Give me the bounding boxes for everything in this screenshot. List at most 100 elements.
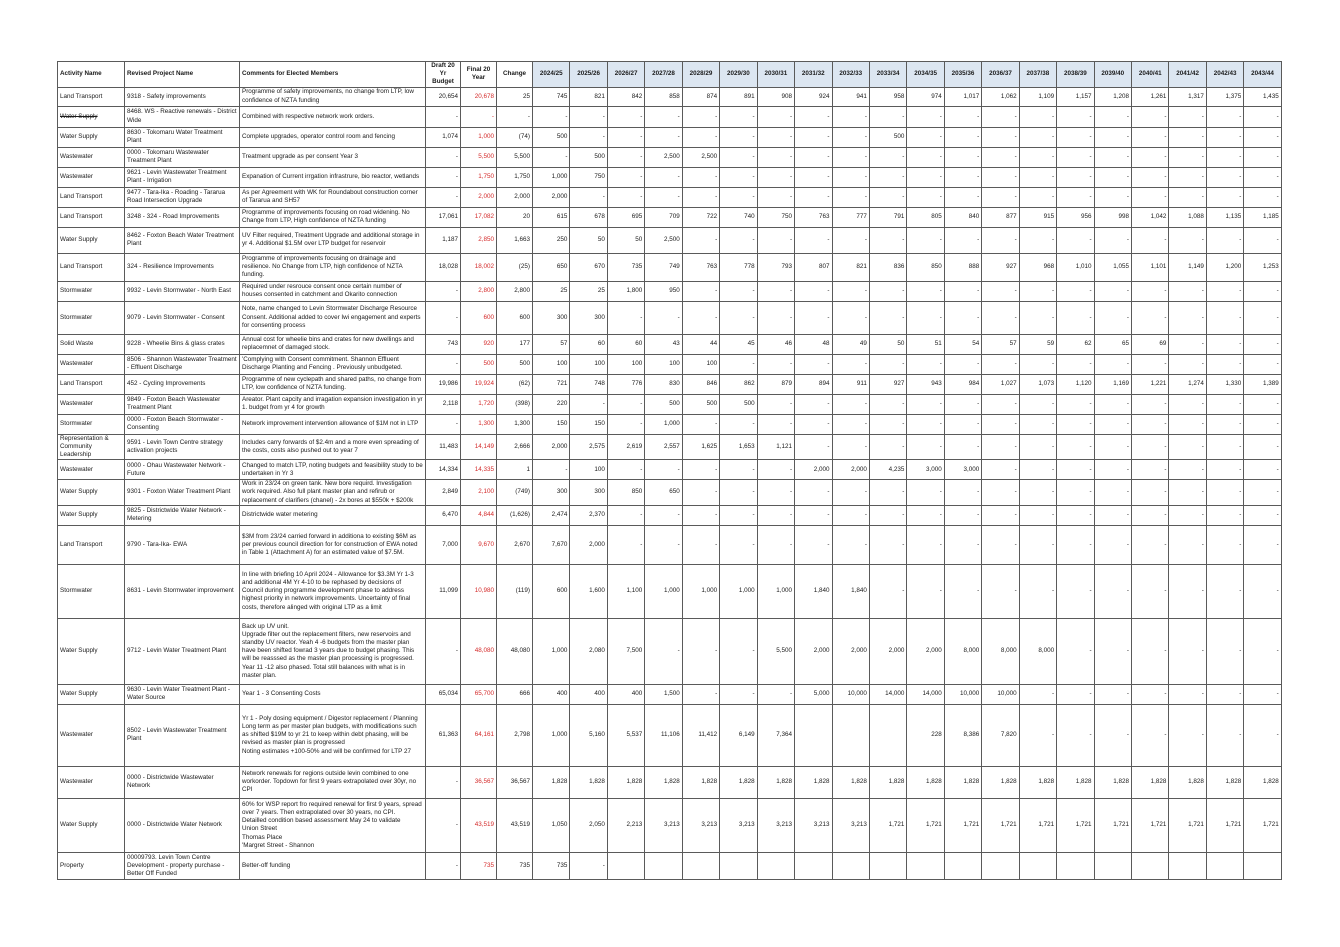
project-cell: 9932 - Levin Stormwater - North East: [124, 280, 240, 302]
comment-cell: Programme of new cyclepath and shared pa…: [239, 373, 426, 395]
year-value-cell: -: [794, 105, 833, 128]
year-value-cell: -: [868, 504, 908, 526]
year-value-cell: 49: [831, 333, 870, 355]
year-value-cell: [1093, 851, 1133, 880]
year-value-cell: -: [868, 226, 908, 254]
header-year: 2037/38: [1018, 61, 1058, 88]
year-value-cell: 2,619: [606, 433, 646, 461]
year-value-cell: -: [1056, 105, 1095, 128]
comment-cell: Complete upgrades, operator control room…: [239, 126, 426, 148]
year-value-cell: 877: [981, 206, 1020, 228]
year-value-cell: 57: [981, 333, 1020, 355]
year-value-cell: 1,828: [981, 765, 1020, 799]
year-value-cell: -: [868, 563, 908, 619]
year-value-cell: [868, 851, 908, 880]
year-value-cell: -: [1205, 504, 1245, 526]
draft-budget-cell: -: [425, 280, 461, 302]
table-row: Wastewater 0000 - Ohau Wastewater Network…: [57, 459, 1282, 481]
header-year: 2036/37: [981, 61, 1020, 88]
year-value-cell: -: [981, 300, 1020, 335]
year-value-cell: -: [531, 105, 571, 128]
year-value-cell: -: [1093, 186, 1133, 208]
year-value-cell: 1,375: [1205, 86, 1245, 107]
year-value-cell: -: [943, 105, 983, 128]
draft-budget-cell: 743: [425, 333, 461, 355]
year-value-cell: -: [794, 479, 833, 506]
header-comments: Comments for Elected Members: [239, 61, 426, 88]
year-value-cell: -: [756, 683, 796, 705]
year-value-cell: 735: [606, 252, 646, 282]
year-value-cell: 924: [794, 86, 833, 107]
year-value-cell: 2,000: [531, 186, 571, 208]
change-cell: 2,666: [496, 433, 533, 461]
year-value-cell: 722: [681, 206, 721, 228]
year-value-cell: 25: [569, 280, 608, 302]
activity-cell: Stormwater: [57, 300, 125, 335]
project-cell: 8462 - Foxton Beach Water Treatment Plan…: [124, 226, 240, 254]
table-row: Water Supply 9712 - Levin Water Treatment…: [57, 617, 1282, 685]
year-value-cell: 1,000: [531, 703, 571, 767]
change-cell: 1: [496, 459, 533, 481]
year-value-cell: 1,000: [644, 413, 683, 435]
year-value-cell: -: [1093, 479, 1133, 506]
draft-budget-cell: 11,483: [425, 433, 461, 461]
year-value-cell: 8,000: [943, 617, 983, 685]
header-year: 2025/26: [569, 61, 608, 88]
year-value-cell: 1,149: [1168, 252, 1207, 282]
year-value-cell: 1,200: [1205, 252, 1245, 282]
year-value-cell: 2,000: [569, 524, 608, 565]
project-cell: 9301 - Foxton Water Treatment Plant: [124, 479, 240, 506]
year-value-cell: -: [531, 459, 571, 481]
year-value-cell: -: [756, 146, 796, 168]
year-value-cell: 10,000: [943, 683, 983, 705]
final-20-year-cell: 500: [460, 353, 497, 375]
comment-cell: Required under resrouce consent once cer…: [239, 280, 426, 302]
year-value-cell: 1,828: [531, 765, 571, 799]
year-value-cell: -: [981, 280, 1020, 302]
year-value-cell: -: [1056, 186, 1095, 208]
year-value-cell: 60: [569, 333, 608, 355]
year-value-cell: -: [1056, 617, 1095, 685]
year-value-cell: -: [906, 186, 945, 208]
year-value-cell: 1,828: [794, 765, 833, 799]
year-value-cell: 1,828: [681, 765, 721, 799]
draft-budget-cell: -: [425, 186, 461, 208]
year-value-cell: 1,000: [681, 563, 721, 619]
year-value-cell: -: [1018, 413, 1058, 435]
year-value-cell: 974: [906, 86, 945, 107]
final-20-year-cell: 10,980: [460, 563, 497, 619]
year-value-cell: 1,062: [981, 86, 1020, 107]
year-value-cell: -: [756, 459, 796, 481]
year-value-cell: -: [1205, 126, 1245, 148]
final-20-year-cell: 2,000: [460, 186, 497, 208]
year-value-cell: 1,828: [1130, 765, 1170, 799]
year-value-cell: -: [1056, 413, 1095, 435]
year-value-cell: -: [644, 166, 683, 188]
year-value-cell: 2,000: [794, 617, 833, 685]
year-value-cell: 2,000: [906, 617, 945, 685]
project-cell: 0000 - Foxton Beach Stormwater - Consent…: [124, 413, 240, 435]
year-value-cell: 1,109: [1018, 86, 1058, 107]
year-value-cell: [681, 851, 721, 880]
year-value-cell: -: [1018, 479, 1058, 506]
comment-cell: In line with briefing 10 April 2024 - Al…: [239, 563, 426, 619]
year-value-cell: 956: [1056, 206, 1095, 228]
year-value-cell: -: [1056, 146, 1095, 168]
header-year: 2028/29: [681, 61, 721, 88]
table-row: Wastewater 0000 - Tokomaru Wastewater Tre…: [57, 146, 1282, 168]
year-value-cell: -: [719, 459, 758, 481]
year-value-cell: -: [868, 479, 908, 506]
year-value-cell: -: [1018, 393, 1058, 415]
year-value-cell: 65: [1093, 333, 1133, 355]
year-value-cell: -: [719, 146, 758, 168]
comment-cell: Includes carry forwards of $2.4m and a m…: [239, 433, 426, 461]
year-value-cell: 740: [719, 206, 758, 228]
year-value-cell: -: [906, 166, 945, 188]
year-value-cell: 220: [531, 393, 571, 415]
year-value-cell: -: [606, 413, 646, 435]
year-value-cell: -: [831, 479, 870, 506]
year-value-cell: 5,160: [569, 703, 608, 767]
year-value-cell: -: [906, 504, 945, 526]
header-activity: Activity Name: [57, 61, 125, 88]
year-value-cell: -: [1243, 280, 1282, 302]
